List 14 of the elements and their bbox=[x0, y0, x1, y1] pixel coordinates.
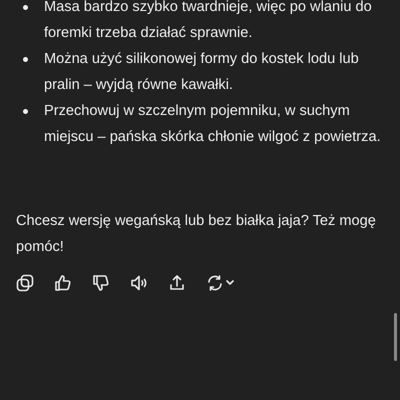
bullet-text: Można użyć silikonowej formy do kostek lodu lub pralin – wyjdą równe kawałki. bbox=[44, 50, 360, 95]
copy-button[interactable] bbox=[16, 274, 34, 292]
thumbs-down-button[interactable] bbox=[92, 274, 110, 292]
message-text: Chcesz wersję wegańską lub bez białka jaja? Też mogę pomóc! bbox=[16, 212, 377, 257]
scrollbar[interactable] bbox=[394, 313, 397, 361]
regenerate-button[interactable] bbox=[206, 274, 236, 292]
share-button[interactable] bbox=[168, 274, 186, 292]
bullet-icon bbox=[23, 57, 28, 62]
speaker-button[interactable] bbox=[130, 274, 148, 292]
bullet-text: Przechowuj w szczelnym pojemniku, w suchym miejscu – pańska skórka chłonie wilgoć z powietrza. bbox=[44, 102, 382, 147]
bullet-text: Masa bardzo szybko twardnieje, więc po wlaniu do foremki trzeba działać sprawnie. bbox=[44, 0, 373, 43]
thumbs-up-button[interactable] bbox=[54, 274, 72, 292]
bullet-icon bbox=[23, 109, 28, 114]
bullet-icon bbox=[23, 5, 28, 10]
